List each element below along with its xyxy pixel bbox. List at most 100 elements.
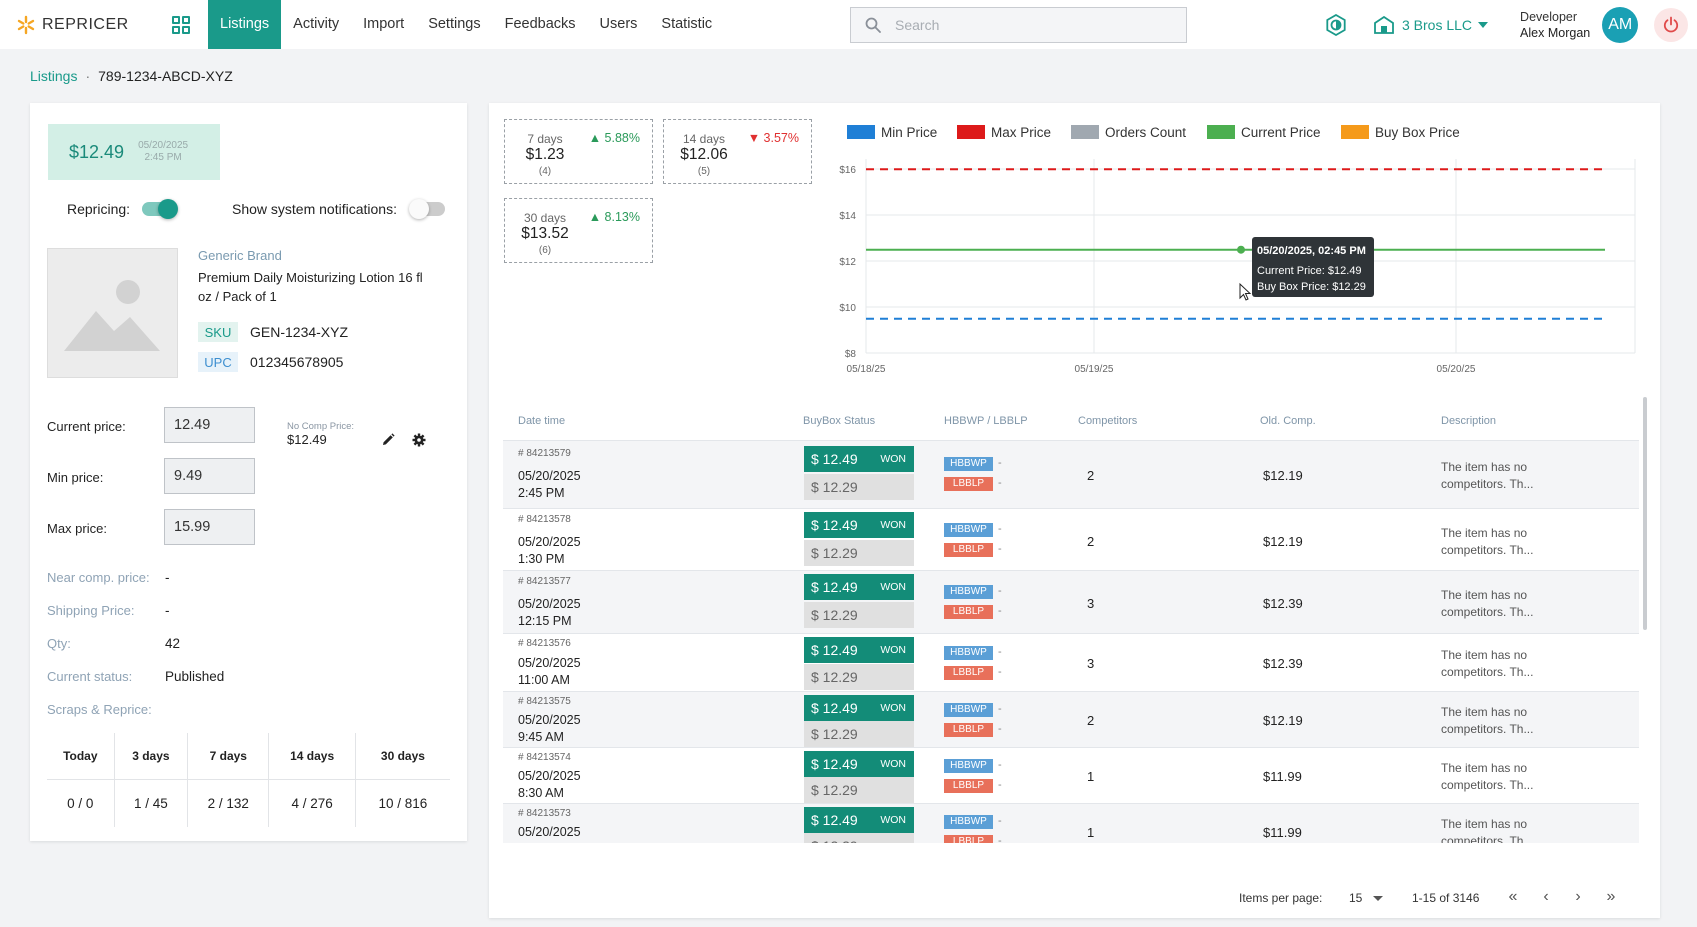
row-description-line: competitors. Th... bbox=[1441, 543, 1534, 557]
user-name: Alex Morgan bbox=[1520, 25, 1591, 40]
last-page-button[interactable]: » bbox=[1600, 886, 1622, 908]
won-price: $ 12.49 bbox=[811, 517, 858, 533]
won-label: WON bbox=[880, 814, 906, 826]
col-header-hbbwp[interactable]: HBBWP / LBBLP bbox=[944, 415, 1028, 427]
legend-item[interactable]: Orders Count bbox=[1071, 125, 1186, 140]
nav-feedbacks[interactable]: Feedbacks bbox=[493, 0, 588, 49]
row-old-comp: $12.19 bbox=[1263, 534, 1303, 549]
row-description: The item has no competitors. Th... bbox=[1441, 587, 1551, 621]
max-price-input[interactable]: 15.99 bbox=[164, 509, 255, 545]
lbblp-tag: LBBLP bbox=[944, 666, 993, 680]
nav-users[interactable]: Users bbox=[588, 0, 650, 49]
breadcrumb-current: 789-1234-ABCD-XYZ bbox=[98, 68, 233, 84]
table-row[interactable]: # 84213573 05/20/2025 $ 12.49 WON $ 12.29… bbox=[503, 803, 1639, 843]
row-old-comp: $11.99 bbox=[1263, 825, 1302, 840]
table-scrollbar[interactable] bbox=[1643, 397, 1647, 630]
shipping-price-label: Shipping Price: bbox=[47, 603, 135, 618]
search-icon bbox=[865, 17, 881, 33]
row-description: The item has no competitors. Th... bbox=[1441, 760, 1551, 794]
breadcrumb-separator: · bbox=[85, 68, 91, 84]
notifications-label: Show system notifications: bbox=[232, 201, 397, 217]
logo-text: REPRICER bbox=[42, 15, 129, 33]
row-datetime: 05/20/2025 1:30 PM bbox=[518, 534, 581, 568]
scraps-header: 30 days bbox=[354, 733, 450, 779]
apps-grid-icon[interactable] bbox=[172, 15, 190, 34]
scraps-value: 4 / 276 bbox=[268, 778, 356, 827]
triangle-up-icon: ▲ bbox=[588, 131, 602, 145]
current-status-value: Published bbox=[165, 669, 225, 684]
nav-settings[interactable]: Settings bbox=[416, 0, 492, 49]
col-header-date[interactable]: Date time bbox=[518, 415, 565, 427]
col-header-buybox[interactable]: BuyBox Status bbox=[803, 415, 875, 427]
table-row[interactable]: # 84213577 05/20/2025 12:15 PM $ 12.49 WON… bbox=[503, 570, 1639, 633]
won-label: WON bbox=[880, 453, 906, 465]
hbbwp-tag: HBBWP bbox=[944, 523, 993, 537]
col-header-description[interactable]: Description bbox=[1441, 415, 1496, 427]
row-description: The item has no competitors. Th... bbox=[1441, 816, 1551, 843]
search-input[interactable] bbox=[895, 17, 1175, 33]
won-price: $ 12.49 bbox=[811, 642, 858, 658]
brightness-icon[interactable] bbox=[1325, 13, 1347, 36]
lbblp-tag: LBBLP bbox=[944, 477, 993, 491]
pagination-range: 1-15 of 3146 bbox=[1412, 891, 1480, 905]
edit-pencil-icon[interactable] bbox=[381, 433, 395, 447]
x-tick-label: 05/19/25 bbox=[1075, 364, 1114, 375]
avatar[interactable]: AM bbox=[1602, 6, 1639, 43]
table-row[interactable]: # 84213574 05/20/2025 8:30 AM $ 12.49 WON … bbox=[503, 747, 1639, 803]
col-header-competitors[interactable]: Competitors bbox=[1078, 415, 1137, 427]
legend-item[interactable]: Current Price bbox=[1207, 125, 1321, 140]
nav-import[interactable]: Import bbox=[351, 0, 416, 49]
nav-activity[interactable]: Activity bbox=[281, 0, 351, 49]
row-old-comp: $12.39 bbox=[1263, 656, 1303, 671]
row-description: The item has no competitors. Th... bbox=[1441, 459, 1551, 493]
y-tick-label: $10 bbox=[839, 303, 856, 314]
company-selector[interactable]: 3 Bros LLC bbox=[1374, 15, 1489, 34]
breadcrumb-listings-link[interactable]: Listings bbox=[30, 68, 77, 84]
table-row[interactable]: # 84213575 05/20/2025 9:45 AM $ 12.49 WON … bbox=[503, 691, 1639, 747]
row-competitors: 2 bbox=[1087, 713, 1095, 728]
nav-statistic[interactable]: Statistic bbox=[649, 0, 724, 49]
table-row[interactable]: # 84213579 05/20/2025 2:45 PM $ 12.49 WON … bbox=[503, 440, 1639, 508]
scraps-header: Today bbox=[63, 748, 98, 763]
legend-item[interactable]: Min Price bbox=[847, 125, 937, 140]
nav-listings[interactable]: Listings bbox=[208, 0, 282, 49]
row-date: 05/20/2025 bbox=[518, 469, 581, 483]
notifications-toggle[interactable] bbox=[408, 199, 445, 219]
buybox-price: $ 12.29 bbox=[804, 540, 914, 566]
triangle-down-icon: ▼ bbox=[747, 131, 761, 145]
repricing-toggle[interactable] bbox=[142, 199, 179, 219]
legend-label: Orders Count bbox=[1105, 125, 1186, 140]
row-competitors: 2 bbox=[1087, 468, 1095, 483]
won-price: $ 12.49 bbox=[811, 579, 858, 595]
upc-row: UPC 012345678905 bbox=[198, 352, 343, 372]
row-date: 05/20/2025 bbox=[518, 769, 581, 783]
buybox-won-price: $ 12.49 WON bbox=[804, 446, 914, 472]
row-description-line: competitors. Th... bbox=[1441, 778, 1534, 792]
legend-item[interactable]: Buy Box Price bbox=[1341, 125, 1460, 140]
legend-item[interactable]: Max Price bbox=[957, 125, 1051, 140]
product-brand[interactable]: Generic Brand bbox=[198, 248, 282, 263]
scraps-table: Today 3 days 7 days 14 days 30 days 0 / … bbox=[47, 733, 450, 827]
app-logo[interactable]: REPRICER bbox=[16, 15, 156, 35]
chevron-down-icon[interactable] bbox=[1373, 896, 1383, 901]
pagination: Items per page: 15 1-15 of 3146 « ‹ › » bbox=[489, 883, 1660, 913]
legend-swatch bbox=[1071, 125, 1099, 139]
logout-button[interactable] bbox=[1654, 7, 1689, 42]
current-price-input[interactable]: 12.49 bbox=[164, 407, 255, 443]
row-id: # 84213574 bbox=[518, 752, 571, 763]
prev-page-button[interactable]: ‹ bbox=[1535, 886, 1557, 908]
hbbwp-tag: HBBWP bbox=[944, 585, 993, 599]
items-per-page-select[interactable]: 15 bbox=[1349, 891, 1362, 905]
row-description: The item has no competitors. Th... bbox=[1441, 525, 1551, 559]
settings-gear-icon[interactable] bbox=[412, 433, 426, 447]
buybox-price: $ 12.29 bbox=[804, 833, 914, 843]
first-page-button[interactable]: « bbox=[1502, 886, 1524, 908]
table-row[interactable]: # 84213578 05/20/2025 1:30 PM $ 12.49 WON … bbox=[503, 508, 1639, 570]
table-row[interactable]: # 84213576 05/20/2025 11:00 AM $ 12.49 WON… bbox=[503, 633, 1639, 691]
legend-label: Max Price bbox=[991, 125, 1051, 140]
min-price-input[interactable]: 9.49 bbox=[164, 458, 255, 494]
next-page-button[interactable]: › bbox=[1567, 886, 1589, 908]
stat-change-value: 5.88% bbox=[604, 131, 640, 145]
col-header-old-comp[interactable]: Old. Comp. bbox=[1260, 415, 1316, 427]
scraps-value: 2 / 132 bbox=[187, 778, 269, 827]
